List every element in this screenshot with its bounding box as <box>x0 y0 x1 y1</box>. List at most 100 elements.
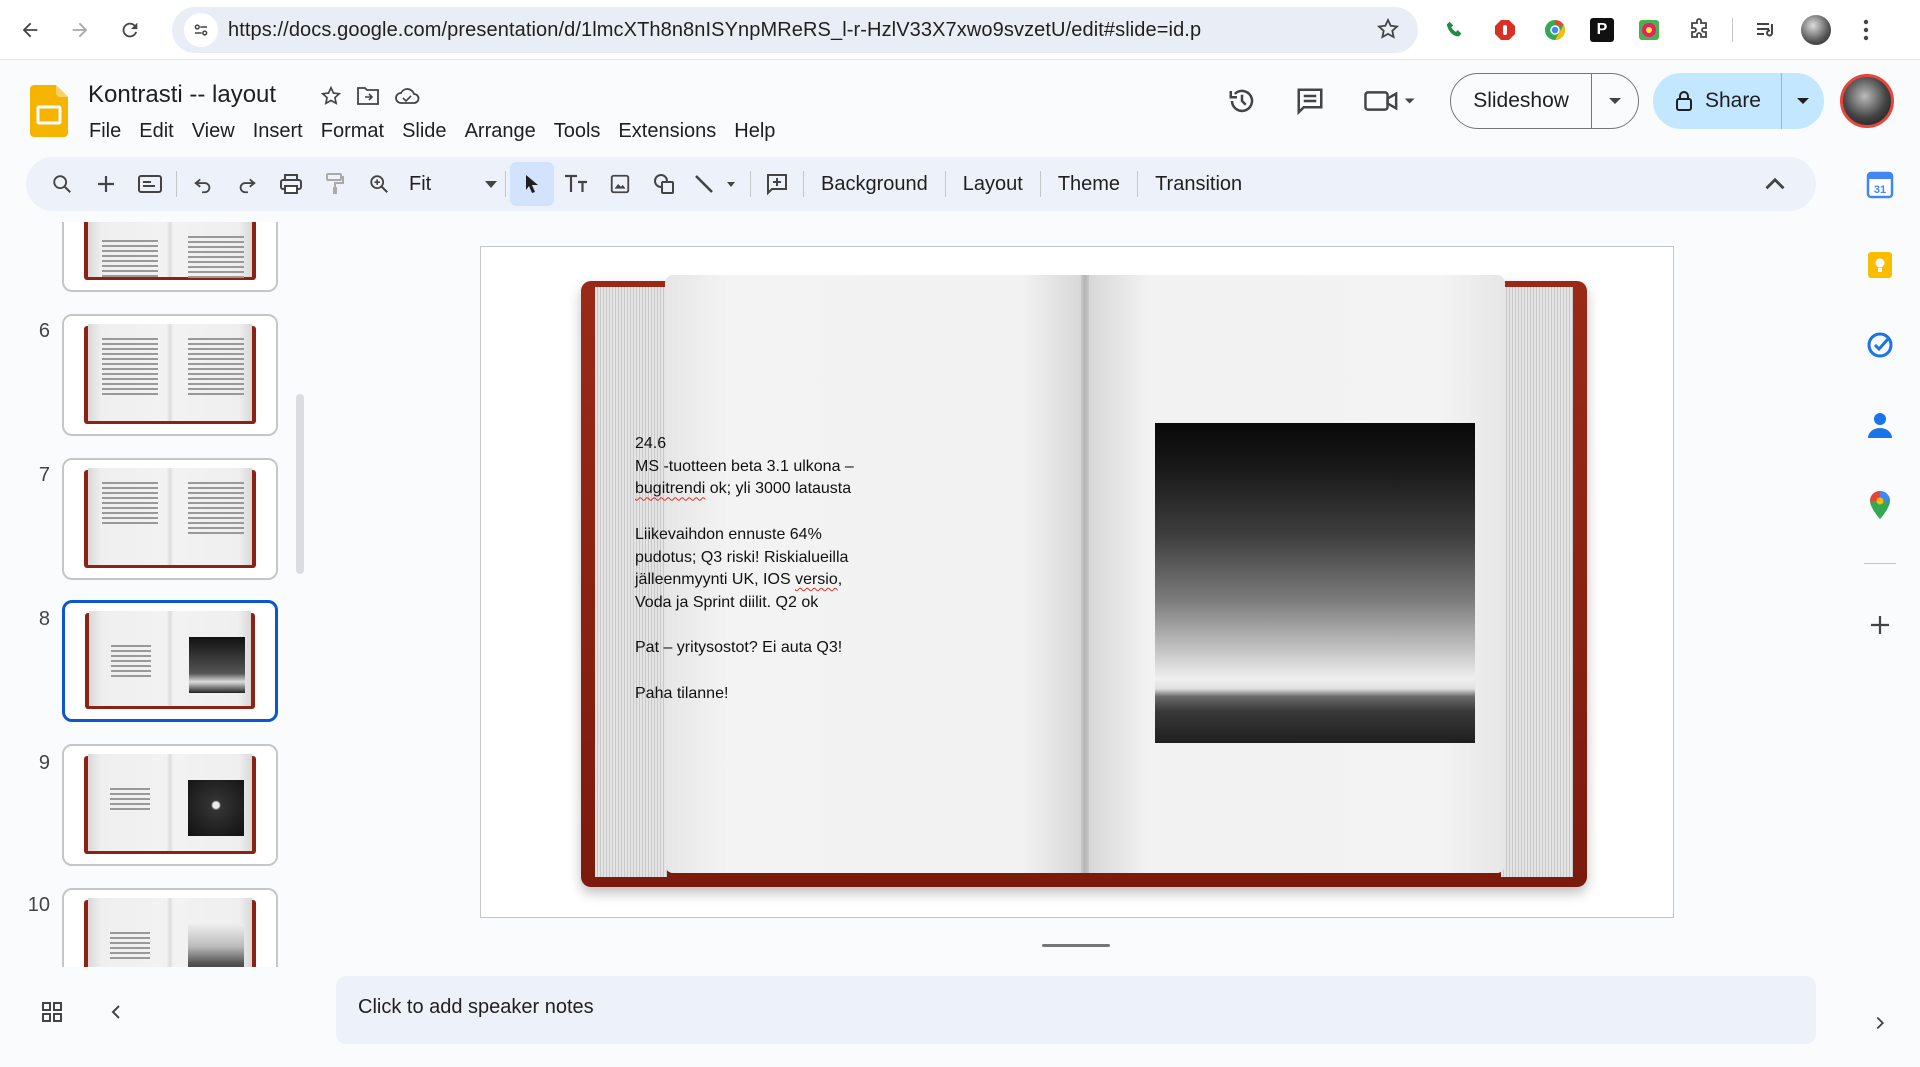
theme-button[interactable]: Theme <box>1045 173 1133 196</box>
tasks-icon[interactable] <box>1862 327 1898 363</box>
lock-icon <box>1675 91 1692 111</box>
shape-icon[interactable] <box>642 162 686 206</box>
book-gutter <box>1081 275 1089 873</box>
menu-slide[interactable]: Slide <box>393 116 455 147</box>
star-icon[interactable] <box>320 85 342 107</box>
grid-view-icon[interactable] <box>40 1000 64 1024</box>
cloud-saved-icon[interactable] <box>394 85 420 107</box>
url-text: https://docs.google.com/presentation/d/1… <box>228 18 1202 41</box>
menu-edit[interactable]: Edit <box>130 116 182 147</box>
text-box-icon[interactable] <box>554 162 598 206</box>
slide-number: 7 <box>38 464 50 486</box>
zoom-dropdown-icon <box>485 180 497 188</box>
back-icon[interactable] <box>10 10 50 50</box>
profile-avatar-small[interactable] <box>1801 15 1831 45</box>
site-info-icon[interactable] <box>184 13 218 47</box>
header-actions: Slideshow Share <box>1222 71 1920 131</box>
menu-view[interactable]: View <box>183 116 244 147</box>
share-dropdown-icon[interactable] <box>1782 73 1824 129</box>
side-panel-divider <box>1864 563 1896 564</box>
slide-text-box[interactable]: 24.6 MS -tuotteen beta 3.1 ulkona – bugi… <box>635 433 905 728</box>
account-avatar[interactable] <box>1840 74 1894 128</box>
slide-thumbnail-10[interactable] <box>62 888 278 967</box>
extensions-puzzle-icon[interactable] <box>1684 15 1714 45</box>
contacts-icon[interactable] <box>1862 407 1898 443</box>
share-label: Share <box>1704 89 1761 112</box>
chevron-up-icon[interactable] <box>1758 167 1792 201</box>
slide-thumbnail-6[interactable] <box>62 314 278 436</box>
slideshow-button[interactable]: Slideshow <box>1451 74 1592 128</box>
keep-icon[interactable] <box>1862 247 1898 283</box>
comments-icon[interactable] <box>1290 81 1330 121</box>
maps-icon[interactable] <box>1862 487 1898 523</box>
slide-thumbnail[interactable] <box>62 222 278 292</box>
document-title[interactable]: Kontrasti -- layout <box>88 81 276 109</box>
menu-bar: File Edit View Insert Format Slide Arran… <box>80 116 784 147</box>
add-addon-icon[interactable] <box>1862 607 1898 643</box>
slide-canvas[interactable]: 24.6 MS -tuotteen beta 3.1 ulkona – bugi… <box>480 246 1674 918</box>
toolbar-divider <box>505 171 506 197</box>
slide-thumbnail-9[interactable] <box>62 744 278 866</box>
address-bar[interactable]: https://docs.google.com/presentation/d/1… <box>172 7 1418 53</box>
menu-help[interactable]: Help <box>725 116 784 147</box>
slide-number: 10 <box>27 894 50 916</box>
move-folder-icon[interactable] <box>356 85 380 107</box>
text-paragraph: 24.6 MS -tuotteen beta 3.1 ulkona – bugi… <box>635 433 905 501</box>
menu-arrange[interactable]: Arrange <box>456 116 545 147</box>
seascape-photo[interactable] <box>1155 423 1475 743</box>
menu-format[interactable]: Format <box>312 116 393 147</box>
meet-video-icon[interactable] <box>1358 81 1422 121</box>
adblock-extension-icon[interactable] <box>1490 15 1520 45</box>
speaker-notes-input[interactable]: Click to add speaker notes <box>336 976 1816 1044</box>
bookmark-star-icon[interactable] <box>1376 17 1400 41</box>
chrome-menu-icon[interactable] <box>1851 15 1881 45</box>
menu-extensions[interactable]: Extensions <box>609 116 725 147</box>
menu-file[interactable]: File <box>80 116 130 147</box>
add-comment-icon[interactable] <box>755 162 799 206</box>
title-actions <box>320 85 420 107</box>
menu-insert[interactable]: Insert <box>244 116 312 147</box>
redo-icon[interactable] <box>225 162 269 206</box>
misspelled-word: versio <box>795 571 838 589</box>
filmstrip-controls <box>40 1000 128 1024</box>
phone-extension-icon[interactable] <box>1440 15 1470 45</box>
print-icon[interactable] <box>269 162 313 206</box>
text-line: pudotus; Q3 riski! Riskialueilla <box>635 548 849 566</box>
select-cursor-icon[interactable] <box>510 162 554 206</box>
new-slide-icon[interactable] <box>84 162 128 206</box>
reload-icon[interactable] <box>110 10 150 50</box>
chevron-left-icon[interactable] <box>104 1000 128 1024</box>
slide-layout-icon[interactable] <box>128 162 172 206</box>
undo-icon[interactable] <box>181 162 225 206</box>
line-icon[interactable] <box>686 162 746 206</box>
notes-resize-handle[interactable] <box>1042 944 1110 947</box>
layout-button[interactable]: Layout <box>950 173 1036 196</box>
slides-logo-icon[interactable] <box>30 85 68 137</box>
transition-button[interactable]: Transition <box>1142 173 1255 196</box>
search-menus-icon[interactable] <box>40 162 84 206</box>
background-button[interactable]: Background <box>808 173 941 196</box>
slide-thumbnail-8[interactable] <box>62 600 278 722</box>
insert-image-icon[interactable] <box>598 162 642 206</box>
toolbar-divider <box>176 171 177 197</box>
media-queue-icon[interactable] <box>1751 15 1781 45</box>
paint-format-icon[interactable] <box>313 162 357 206</box>
filmstrip-scrollbar[interactable] <box>296 394 304 574</box>
chevron-right-icon[interactable] <box>1862 1005 1898 1041</box>
misspelled-word: bugitrendi <box>635 480 706 498</box>
colorful-extension-icon[interactable] <box>1634 15 1664 45</box>
toolbar-divider <box>1732 18 1733 42</box>
share-button[interactable]: Share <box>1653 73 1782 129</box>
version-history-icon[interactable] <box>1222 81 1262 121</box>
calendar-icon[interactable]: 31 <box>1862 167 1898 203</box>
zoom-select[interactable]: Fit <box>401 162 501 206</box>
zoom-icon[interactable] <box>357 162 401 206</box>
chrome-extension-icon[interactable] <box>1540 15 1570 45</box>
text-paragraph: Liikevaihdon ennuste 64% pudotus; Q3 ris… <box>635 524 905 615</box>
forward-icon[interactable] <box>60 10 100 50</box>
slideshow-dropdown-icon[interactable] <box>1592 74 1638 128</box>
p-extension-icon[interactable]: P <box>1590 18 1614 42</box>
slide-thumbnail-7[interactable] <box>62 458 278 580</box>
text-paragraph: Paha tilanne! <box>635 683 905 706</box>
menu-tools[interactable]: Tools <box>545 116 610 147</box>
